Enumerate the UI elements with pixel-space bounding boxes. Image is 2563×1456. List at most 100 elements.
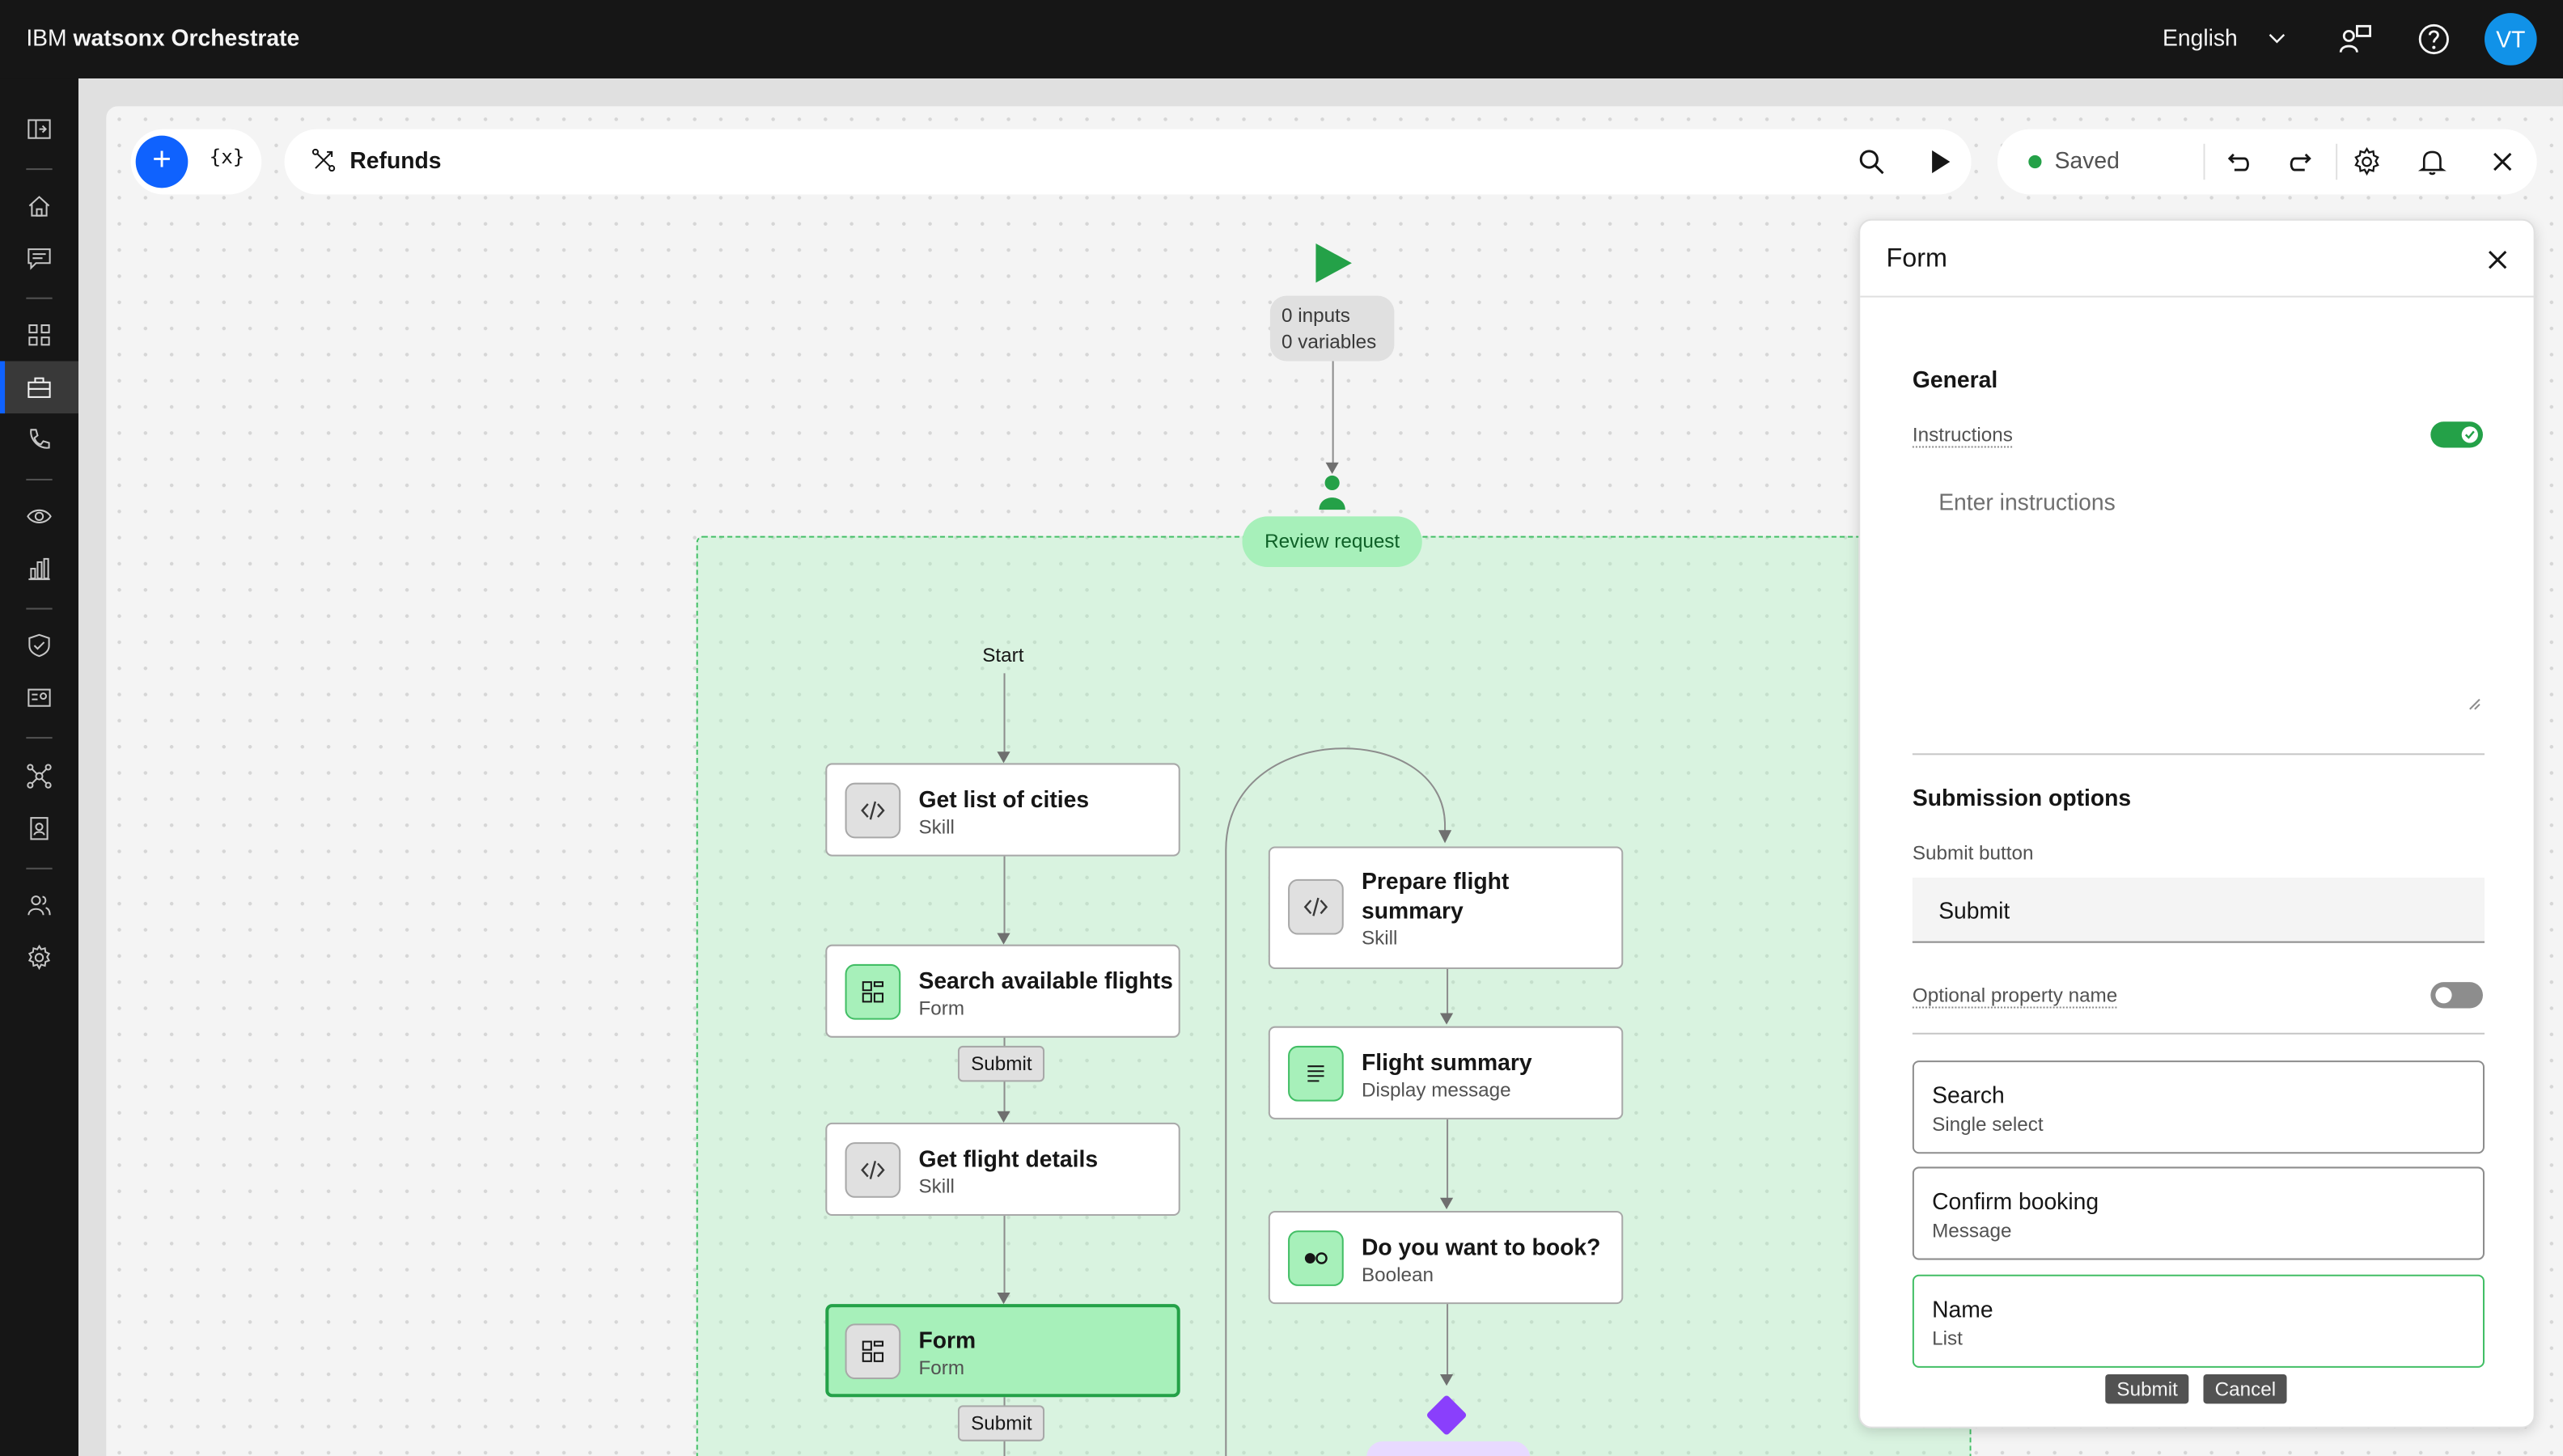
rail-item-connections[interactable] bbox=[0, 750, 78, 802]
node-title: Do you want to book? bbox=[1361, 1234, 1601, 1260]
node-type: Skill bbox=[1361, 926, 1398, 950]
submit-chip[interactable]: Submit bbox=[957, 1405, 1045, 1441]
app-brand[interactable]: IBM watsonx Orchestrate bbox=[26, 24, 299, 50]
rail-item-chat[interactable] bbox=[0, 232, 78, 285]
connector-arrow bbox=[1439, 1013, 1454, 1025]
user-activity-icon[interactable] bbox=[2337, 21, 2373, 57]
submit-button[interactable]: Submit bbox=[2105, 1373, 2190, 1404]
rail-item-identity[interactable] bbox=[0, 671, 78, 724]
rail-item-collapse[interactable] bbox=[0, 103, 78, 155]
add-node-button[interactable]: + bbox=[135, 135, 189, 188]
connector-line bbox=[1003, 856, 1006, 935]
close-icon[interactable] bbox=[2491, 150, 2514, 173]
instructions-toggle[interactable] bbox=[2430, 421, 2483, 448]
node-title: Get list of cities bbox=[918, 785, 1090, 813]
node-type: Form bbox=[918, 997, 965, 1020]
node-type: Skill bbox=[918, 1175, 955, 1198]
connector-line bbox=[1447, 1304, 1449, 1378]
node-form-selected[interactable]: Form Form bbox=[825, 1304, 1180, 1398]
close-icon[interactable] bbox=[2485, 247, 2510, 273]
user-avatar[interactable]: VT bbox=[2485, 13, 2537, 66]
brand-prefix: IBM bbox=[26, 24, 74, 51]
rail-divider bbox=[26, 168, 53, 171]
undo-icon[interactable] bbox=[2223, 147, 2252, 176]
connector-line bbox=[1003, 1216, 1006, 1294]
optional-property-toggle[interactable] bbox=[2430, 982, 2483, 1009]
field-title: Name bbox=[1932, 1296, 1993, 1323]
decision-branch-pill[interactable] bbox=[1366, 1441, 1531, 1456]
field-type: Single select bbox=[1932, 1112, 2044, 1136]
node-title: Get flight details bbox=[918, 1145, 1099, 1172]
flow-start-play-icon[interactable] bbox=[1314, 242, 1353, 285]
instructions-textarea[interactable]: Enter instructions bbox=[1913, 476, 2485, 713]
connector-arrow bbox=[997, 1111, 1010, 1123]
language-selector-label[interactable]: English bbox=[2163, 24, 2238, 50]
connector-arrow bbox=[997, 751, 1010, 764]
bar-chart-icon bbox=[28, 557, 50, 581]
redo-icon[interactable] bbox=[2287, 147, 2316, 176]
user-task-icon bbox=[1319, 475, 1345, 510]
form-field-card[interactable]: Confirm booking Message bbox=[1912, 1166, 2485, 1260]
rail-item-build[interactable] bbox=[0, 361, 78, 414]
checkmark-icon bbox=[2464, 430, 2475, 439]
submit-button-label: Submit button bbox=[1912, 841, 2034, 865]
field-title: Confirm booking bbox=[1932, 1187, 2099, 1215]
rail-item-observe[interactable] bbox=[0, 490, 78, 543]
toolbox-icon bbox=[28, 377, 51, 398]
connector-arrow bbox=[997, 933, 1010, 945]
resize-handle-icon[interactable] bbox=[2468, 698, 2481, 711]
node-search-available-flights[interactable]: Search available flights Form bbox=[825, 944, 1180, 1038]
rail-item-phone[interactable] bbox=[0, 413, 78, 466]
node-type: Boolean bbox=[1361, 1263, 1434, 1286]
rail-item-catalog[interactable] bbox=[0, 309, 78, 362]
flow-io-summary[interactable]: 0 inputs 0 variables bbox=[1269, 295, 1395, 362]
notification-bell-icon[interactable] bbox=[2417, 147, 2446, 176]
help-icon[interactable] bbox=[2416, 21, 2451, 57]
rail-item-analytics[interactable] bbox=[0, 543, 78, 595]
form-field-card[interactable]: Search Single select bbox=[1912, 1060, 2485, 1154]
cancel-button[interactable]: Cancel bbox=[2203, 1373, 2288, 1404]
rail-divider bbox=[26, 478, 53, 480]
node-title: Form bbox=[918, 1327, 976, 1353]
save-status: Saved bbox=[2054, 146, 2120, 174]
connector-arrow bbox=[997, 1292, 1010, 1305]
panel-title: Form bbox=[1886, 245, 1947, 273]
submit-chip[interactable]: Submit bbox=[957, 1045, 1045, 1082]
rail-item-governance[interactable] bbox=[0, 620, 78, 672]
users-icon bbox=[28, 895, 51, 916]
chevron-down-icon[interactable] bbox=[2265, 26, 2288, 49]
variables-button[interactable]: {x} bbox=[210, 146, 245, 168]
rail-item-badge[interactable] bbox=[0, 802, 78, 855]
node-get-list-of-cities[interactable]: Get list of cities Skill bbox=[825, 763, 1180, 857]
top-header: IBM watsonx Orchestrate English VT bbox=[0, 0, 2563, 78]
node-prepare-flight-summary[interactable]: Prepare flight summary Skill bbox=[1268, 846, 1624, 969]
rail-item-settings[interactable] bbox=[0, 932, 78, 984]
form-field-card-selected[interactable]: Name List bbox=[1912, 1274, 2485, 1368]
gear-icon bbox=[28, 944, 51, 971]
play-icon[interactable] bbox=[1925, 147, 1955, 176]
submit-button-text-field[interactable]: Submit bbox=[1912, 877, 2485, 943]
node-type: Display message bbox=[1361, 1078, 1511, 1102]
flow-title-bar bbox=[284, 129, 1972, 195]
node-get-flight-details[interactable]: Get flight details Skill bbox=[825, 1122, 1180, 1217]
section-divider bbox=[1912, 753, 2485, 756]
rail-item-home[interactable] bbox=[0, 180, 78, 232]
node-flight-summary[interactable]: Flight summary Display message bbox=[1268, 1026, 1624, 1120]
saved-status-dot bbox=[2028, 154, 2042, 169]
network-icon bbox=[27, 764, 52, 789]
node-do-you-want-to-book[interactable]: Do you want to book? Boolean bbox=[1268, 1210, 1624, 1305]
review-request-label[interactable]: Review request bbox=[1242, 516, 1422, 568]
settings-gear-icon[interactable] bbox=[2352, 146, 2381, 176]
rail-divider bbox=[26, 737, 53, 739]
flow-title[interactable]: Refunds bbox=[350, 147, 441, 173]
submission-section-title: Submission options bbox=[1912, 784, 2132, 811]
phone-icon bbox=[30, 429, 50, 449]
search-icon[interactable] bbox=[1857, 147, 1886, 176]
toggle-knob bbox=[2435, 987, 2452, 1004]
panel-divider bbox=[1860, 295, 2537, 298]
node-title: Prepare flight summary bbox=[1362, 866, 1509, 925]
rail-item-users[interactable] bbox=[0, 879, 78, 932]
optional-property-label: Optional property name bbox=[1912, 984, 2118, 1009]
home-icon bbox=[28, 196, 50, 217]
form-icon bbox=[845, 963, 901, 1020]
